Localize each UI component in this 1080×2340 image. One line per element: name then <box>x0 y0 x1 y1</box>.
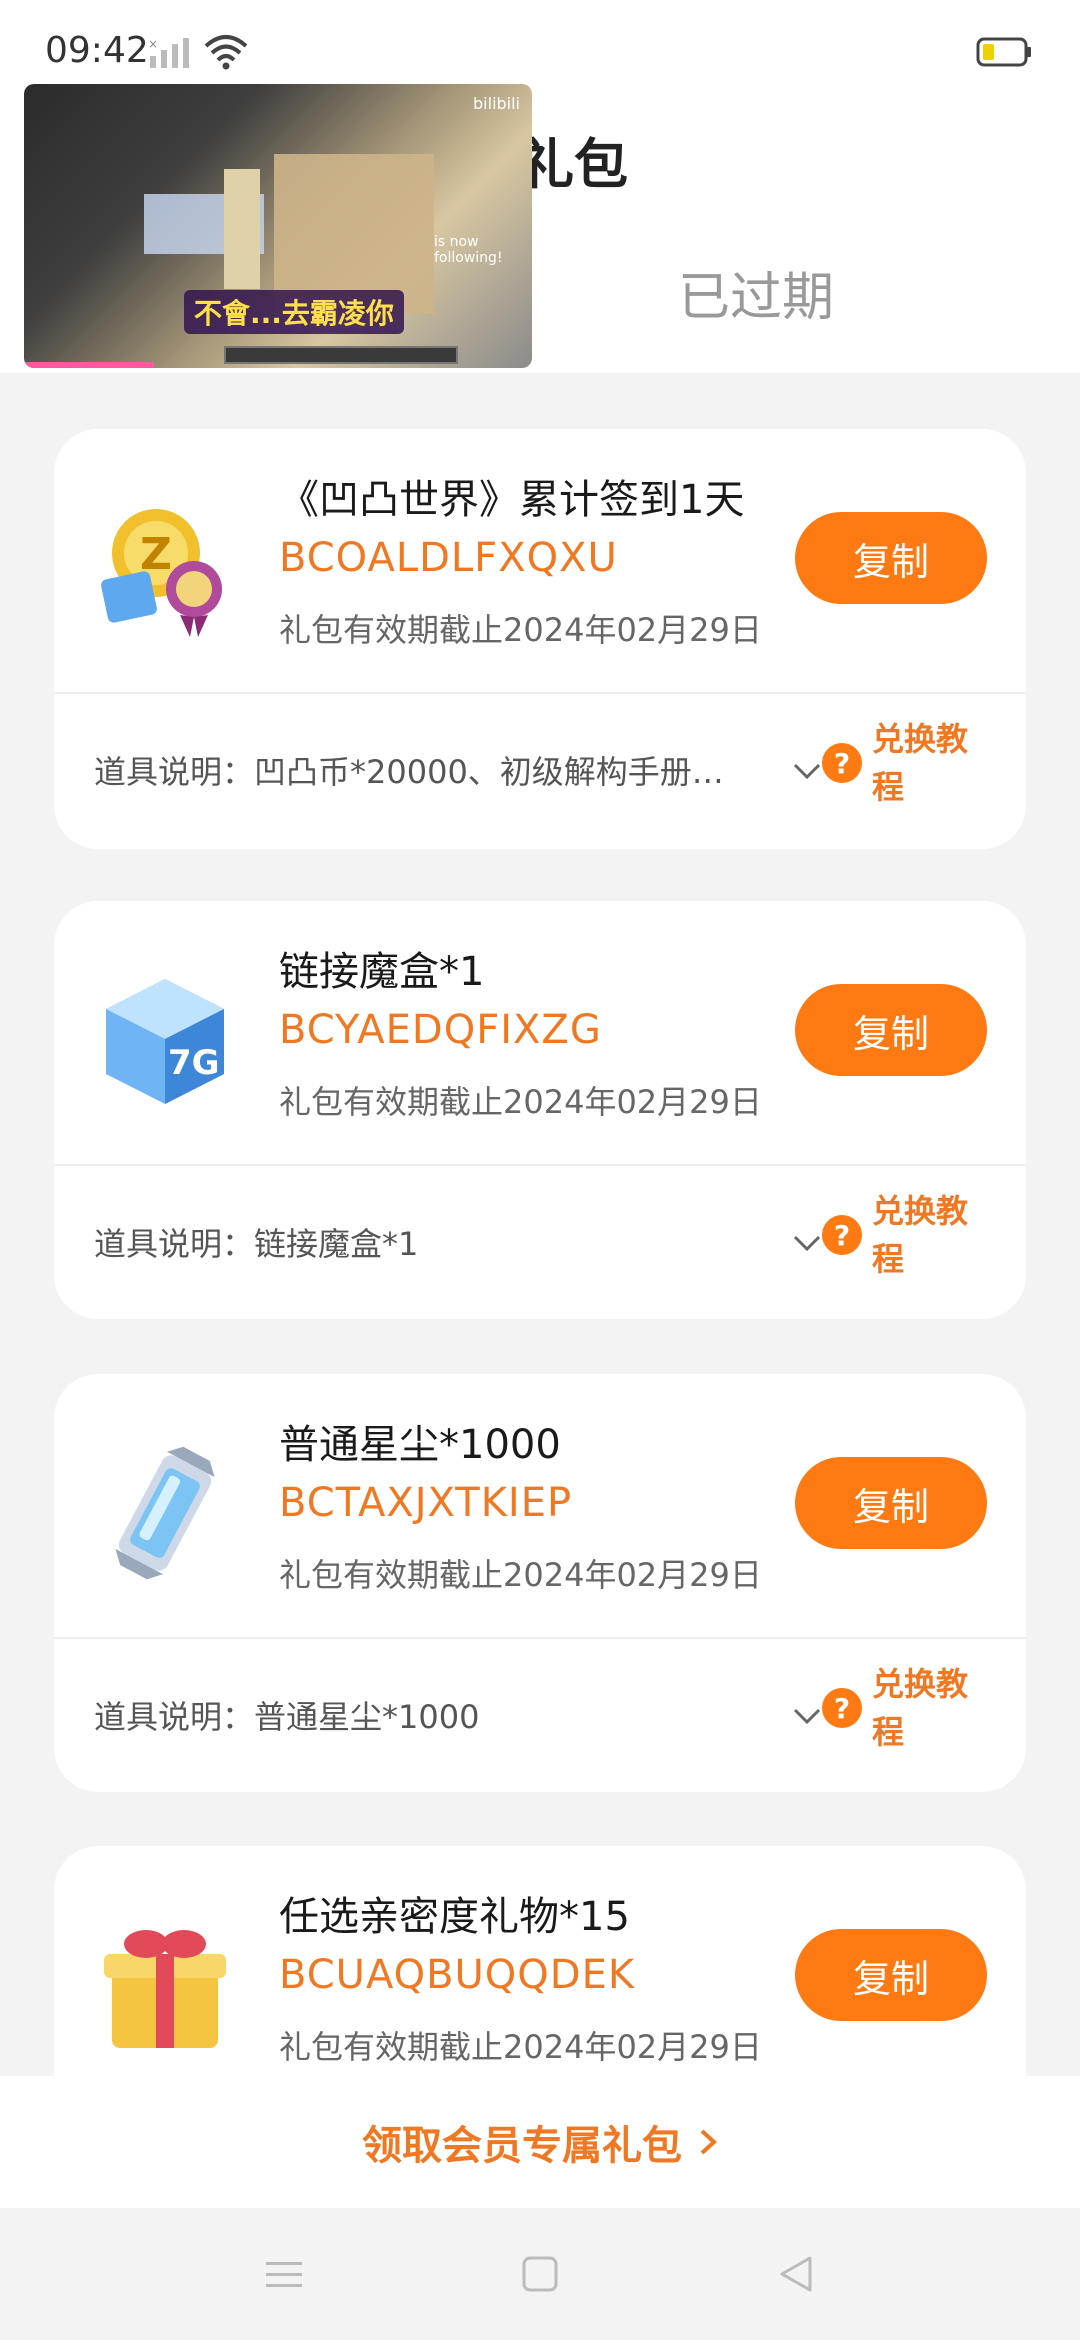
copy-button[interactable]: 复制 <box>795 1457 987 1549</box>
card-divider <box>54 692 1026 694</box>
video-pillar <box>224 169 260 289</box>
help-question-icon[interactable]: ? <box>822 1215 862 1255</box>
svg-text:×: × <box>148 37 158 51</box>
video-subtitle: 不會...去霸凌你 <box>184 290 404 334</box>
battery-icon <box>976 37 1031 67</box>
coin-badge-icon: Z <box>101 509 222 637</box>
back-icon[interactable] <box>774 2252 818 2296</box>
gift-code: BCTAXJXTKIEP <box>279 1480 573 1526</box>
gift-card: 普通星尘*1000 BCTAXJXTKIEP 礼包有效期截止2024年02月29… <box>54 1374 1026 1792</box>
gift-name: 《凹凸世界》累计签到1天 <box>279 477 745 523</box>
gift-expiry: 礼包有效期截止2024年02月29日 <box>279 1083 762 1121</box>
wifi-icon <box>204 35 248 70</box>
vip-gift-label[interactable]: 领取会员专属礼包 <box>362 2113 682 2171</box>
gift-code: BCYAEDQFIXZG <box>279 1007 602 1053</box>
gift-name: 任选亲密度礼物*15 <box>279 1894 630 1940</box>
copy-button[interactable]: 复制 <box>795 512 987 604</box>
gift-expiry: 礼包有效期截止2024年02月29日 <box>279 1556 762 1594</box>
chevron-down-icon[interactable] <box>792 1706 822 1726</box>
chevron-down-icon[interactable] <box>792 761 822 781</box>
gift-code: BCOALDLFXQXU <box>279 535 618 581</box>
gift-name: 链接魔盒*1 <box>279 949 485 995</box>
home-icon[interactable] <box>518 2252 562 2296</box>
system-nav-bar <box>0 2208 1080 2340</box>
gift-expiry: 礼包有效期截止2024年02月29日 <box>279 2028 762 2066</box>
redeem-tutorial-link[interactable]: 兑换教程 <box>872 1660 982 1756</box>
svg-text:7G: 7G <box>168 1043 220 1083</box>
gift-code: BCUAQBUQQDEK <box>279 1952 636 1998</box>
floating-video-player[interactable]: bilibili is now following! 不會...去霸凌你 <box>24 84 532 368</box>
video-progress[interactable] <box>24 362 154 368</box>
signal-icon: × <box>148 37 189 68</box>
video-logo: bilibili <box>473 94 520 113</box>
status-time: 09:42 <box>45 30 149 71</box>
gift-box-icon <box>104 1930 226 2048</box>
gift-card: Z 《凹凸世界》累计签到1天 BCOALDLFXQXU 礼包有效期截止2024年… <box>54 429 1026 849</box>
vip-gift-bar[interactable]: 领取会员专属礼包 <box>0 2076 1080 2208</box>
chevron-right-icon <box>700 2129 717 2155</box>
status-bar: 09:42 × <box>0 0 1080 90</box>
page-title: 礼包 <box>520 133 628 196</box>
help-question-icon[interactable]: ? <box>822 743 862 783</box>
gift-description: 道具说明：凹凸币*20000、初级解构手册… <box>94 753 724 791</box>
video-hotbar <box>224 346 458 364</box>
gift-expiry: 礼包有效期截止2024年02月29日 <box>279 611 762 649</box>
menu-icon[interactable] <box>262 2252 306 2296</box>
gift-card: 7G 链接魔盒*1 BCYAEDQFIXZG 礼包有效期截止2024年02月29… <box>54 901 1026 1319</box>
stardust-crystal-icon <box>115 1446 215 1580</box>
gift-description: 道具说明：普通星尘*1000 <box>94 1698 480 1736</box>
tab-expired[interactable]: 已过期 <box>678 255 834 330</box>
redeem-tutorial-link[interactable]: 兑换教程 <box>872 715 982 811</box>
gift-description: 道具说明：链接魔盒*1 <box>94 1225 419 1263</box>
video-chat: is now following! <box>434 234 503 266</box>
magic-cube-icon: 7G <box>106 979 224 1104</box>
chevron-down-icon[interactable] <box>792 1233 822 1253</box>
card-divider <box>54 1637 1026 1639</box>
gift-name: 普通星尘*1000 <box>279 1422 561 1468</box>
copy-button[interactable]: 复制 <box>795 1929 987 2021</box>
help-question-icon[interactable]: ? <box>822 1688 862 1728</box>
card-divider <box>54 1164 1026 1166</box>
copy-button[interactable]: 复制 <box>795 984 987 1076</box>
redeem-tutorial-link[interactable]: 兑换教程 <box>872 1187 982 1283</box>
